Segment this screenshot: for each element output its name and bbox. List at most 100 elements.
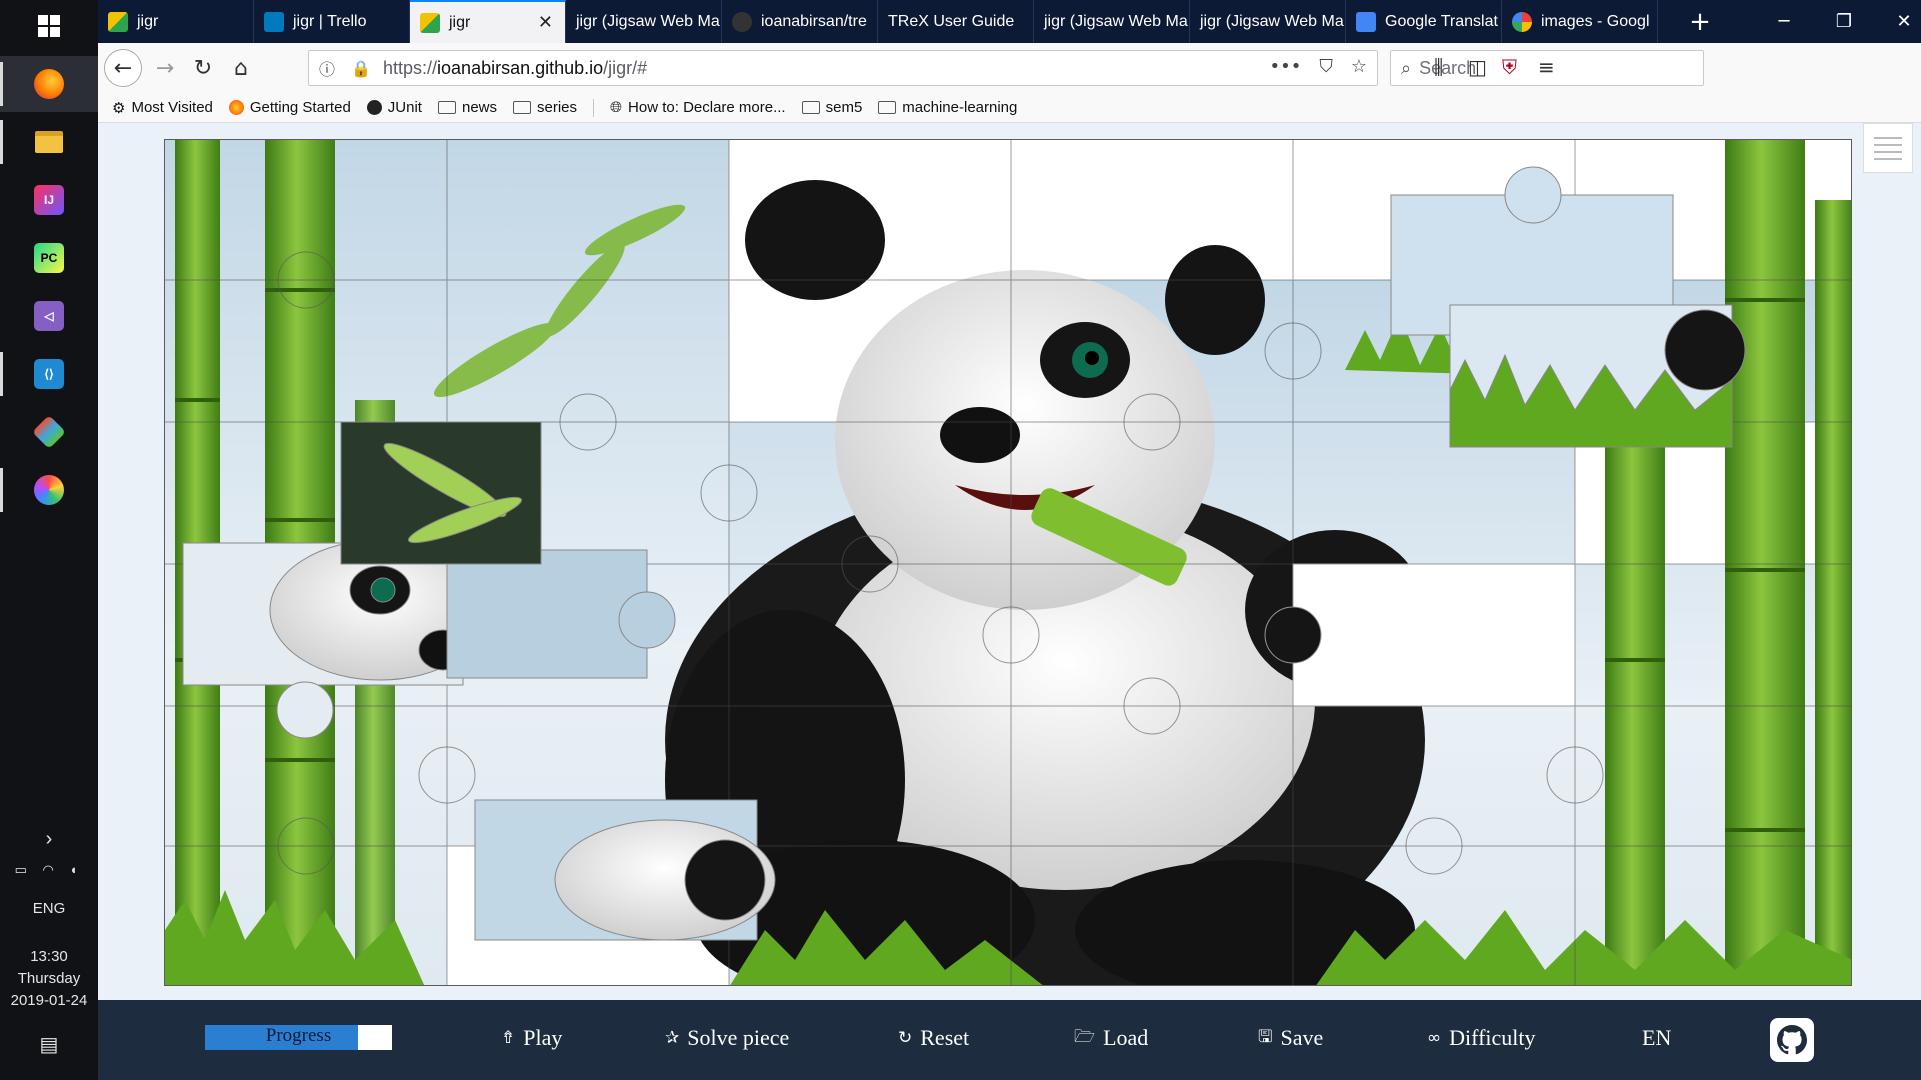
- progress-bar: Progress: [205, 1025, 392, 1050]
- taskbar-paint[interactable]: [0, 462, 98, 518]
- bookmark-label: How to: Declare more...: [628, 99, 786, 116]
- new-tab-plus-icon[interactable]: +: [1670, 0, 1730, 43]
- tab-title: jigr: [449, 13, 471, 31]
- taskbar-visual-studio[interactable]: ◁: [0, 288, 98, 344]
- tab-google-translate[interactable]: Google Translat: [1346, 0, 1502, 43]
- close-window-icon[interactable]: ✕: [1874, 0, 1921, 43]
- save-label: Save: [1280, 1025, 1324, 1050]
- windows-logo-icon: [38, 15, 60, 37]
- solve-piece-button[interactable]: ✰ Solve piece: [665, 1022, 789, 1054]
- gear-icon: ⚙: [112, 99, 126, 117]
- tab-trello[interactable]: jigr | Trello: [254, 0, 410, 43]
- restore-window-icon[interactable]: ❐: [1814, 0, 1874, 43]
- floppy-disk-icon: 🖫: [1258, 1026, 1273, 1047]
- paint-icon: [34, 475, 64, 505]
- bookmark-label: Getting Started: [249, 99, 351, 116]
- github-link[interactable]: [1770, 1018, 1814, 1062]
- bookmark-getting-started[interactable]: Getting Started: [228, 99, 351, 116]
- progress-label: Progress: [265, 1025, 332, 1046]
- github-icon: [1777, 1025, 1807, 1055]
- tab-jigr-jigsaw-2[interactable]: jigr (Jigsaw Web Ma: [1034, 0, 1190, 43]
- sidebar-toggle-icon[interactable]: ◫: [1468, 55, 1487, 79]
- github-icon: [366, 100, 382, 115]
- folder-open-icon: 🗁: [1074, 1026, 1096, 1047]
- ublock-origin-icon[interactable]: ⛨: [1502, 55, 1517, 79]
- windows-taskbar: IJ PC ◁ ⟨⟩ › ▭ ◠ ◖ ENG 13:30 Thursday 20…: [0, 0, 98, 1080]
- globe-icon: 🌐︎: [610, 99, 623, 116]
- bookmark-label: news: [461, 99, 498, 116]
- difficulty-button[interactable]: ∞ Difficulty: [1427, 1022, 1536, 1054]
- bookmark-how-to-declare[interactable]: 🌐︎ How to: Declare more...: [610, 99, 786, 116]
- tab-google-images[interactable]: images - Googl: [1502, 0, 1658, 43]
- home-icon[interactable]: ⌂: [222, 49, 260, 87]
- tab-trex-user-guide[interactable]: TReX User Guide: [878, 0, 1034, 43]
- bookmark-label: Most Visited: [131, 99, 213, 116]
- bookmark-folder-series[interactable]: series: [513, 99, 577, 116]
- infinity-icon: ∞: [1427, 1028, 1442, 1048]
- reset-button[interactable]: ↻ Reset: [898, 1022, 969, 1054]
- taskbar-file-explorer[interactable]: [0, 114, 98, 170]
- loose-piece-grass-right: [1449, 304, 1746, 448]
- url-path: /jigr/#: [603, 57, 648, 78]
- taskbar-intellij[interactable]: IJ: [0, 172, 98, 228]
- hamburger-menu-icon[interactable]: ≡: [1538, 55, 1555, 79]
- bookmark-folder-sem5[interactable]: sem5: [801, 99, 862, 116]
- taskbar-gitkraken[interactable]: [0, 404, 98, 460]
- firefox-icon: [228, 100, 244, 115]
- puzzle-board[interactable]: [164, 139, 1852, 986]
- page-actions-menu-icon[interactable]: •••: [1270, 56, 1302, 77]
- tab-title: Google Translat: [1385, 12, 1498, 30]
- forward-arrow-icon[interactable]: →: [146, 49, 184, 87]
- language-button[interactable]: EN: [1642, 1022, 1671, 1054]
- bookmark-folder-news[interactable]: news: [437, 99, 498, 116]
- search-icon: ⌕: [1401, 57, 1412, 78]
- vscode-icon: ⟨⟩: [34, 359, 64, 389]
- tab-jigr-1[interactable]: jigr: [98, 0, 254, 43]
- back-arrow-icon[interactable]: ←: [104, 49, 142, 87]
- address-url[interactable]: https://ioanabirsan.github.io/jigr/#: [383, 58, 647, 79]
- url-host: ioanabirsan.github.io: [437, 57, 604, 78]
- info-icon[interactable]: ⓘ: [319, 56, 341, 80]
- jigr-favicon-icon: [108, 11, 128, 32]
- insecure-lock-icon[interactable]: 🔒: [351, 59, 373, 78]
- taskbar-vscode[interactable]: ⟨⟩: [0, 346, 98, 402]
- loose-piece-paw: [474, 799, 776, 941]
- github-favicon-icon: [732, 11, 752, 32]
- tab-github-ioanabirsan[interactable]: ioanabirsan/tre: [722, 0, 878, 43]
- minimize-window-icon[interactable]: ─: [1754, 0, 1814, 43]
- action-center-icon[interactable]: ▤: [0, 1032, 98, 1057]
- start-button[interactable]: [0, 0, 98, 52]
- pycharm-icon: PC: [34, 243, 64, 273]
- tray-status-icons[interactable]: ▭ ◠ ◖: [0, 862, 98, 878]
- show-hidden-icons-chevron-icon[interactable]: ›: [0, 828, 98, 851]
- language-indicator[interactable]: ENG: [0, 900, 98, 917]
- taskbar-firefox[interactable]: [0, 56, 98, 112]
- sidebar-drawer-handle[interactable]: [1863, 123, 1913, 173]
- address-bar[interactable]: ⓘ 🔒 https://ioanabirsan.github.io/jigr/#…: [308, 50, 1378, 86]
- loose-piece-white: [1264, 563, 1576, 707]
- taskbar-pycharm[interactable]: PC: [0, 230, 98, 286]
- reset-label: Reset: [920, 1025, 970, 1050]
- close-tab-icon[interactable]: ✕: [538, 12, 553, 33]
- browser-tab-strip: jigr jigr | Trello jigr ✕ jigr (Jigsaw W…: [98, 0, 1921, 43]
- save-button[interactable]: 🖫 Save: [1258, 1022, 1323, 1054]
- pocket-icon[interactable]: ⛉: [1319, 56, 1333, 77]
- folder-icon: [878, 101, 897, 114]
- tab-jigr-jigsaw-1[interactable]: jigr (Jigsaw Web Ma: [566, 0, 722, 43]
- play-button[interactable]: ⇮ Play: [501, 1022, 562, 1054]
- loose-piece-leaves: [340, 421, 542, 565]
- visual-studio-icon: ◁: [34, 301, 64, 331]
- reload-icon[interactable]: ↻: [184, 49, 222, 87]
- library-icon[interactable]: ⫼: [1434, 55, 1443, 79]
- tab-title: ioanabirsan/tre: [761, 12, 867, 30]
- bookmark-folder-machine-learning[interactable]: machine-learning: [878, 99, 1017, 116]
- bookmark-most-visited[interactable]: ⚙ Most Visited: [112, 99, 213, 117]
- tab-jigr-active[interactable]: jigr ✕: [410, 0, 566, 43]
- tab-jigr-jigsaw-3[interactable]: jigr (Jigsaw Web Ma: [1190, 0, 1346, 43]
- load-button[interactable]: 🗁 Load: [1074, 1022, 1148, 1054]
- bookmark-label: series: [537, 99, 578, 116]
- clock-time[interactable]: 13:30: [0, 948, 98, 965]
- difficulty-label: Difficulty: [1449, 1025, 1536, 1050]
- bookmark-junit[interactable]: JUnit: [366, 99, 422, 116]
- bookmark-star-icon[interactable]: ☆: [1351, 56, 1367, 77]
